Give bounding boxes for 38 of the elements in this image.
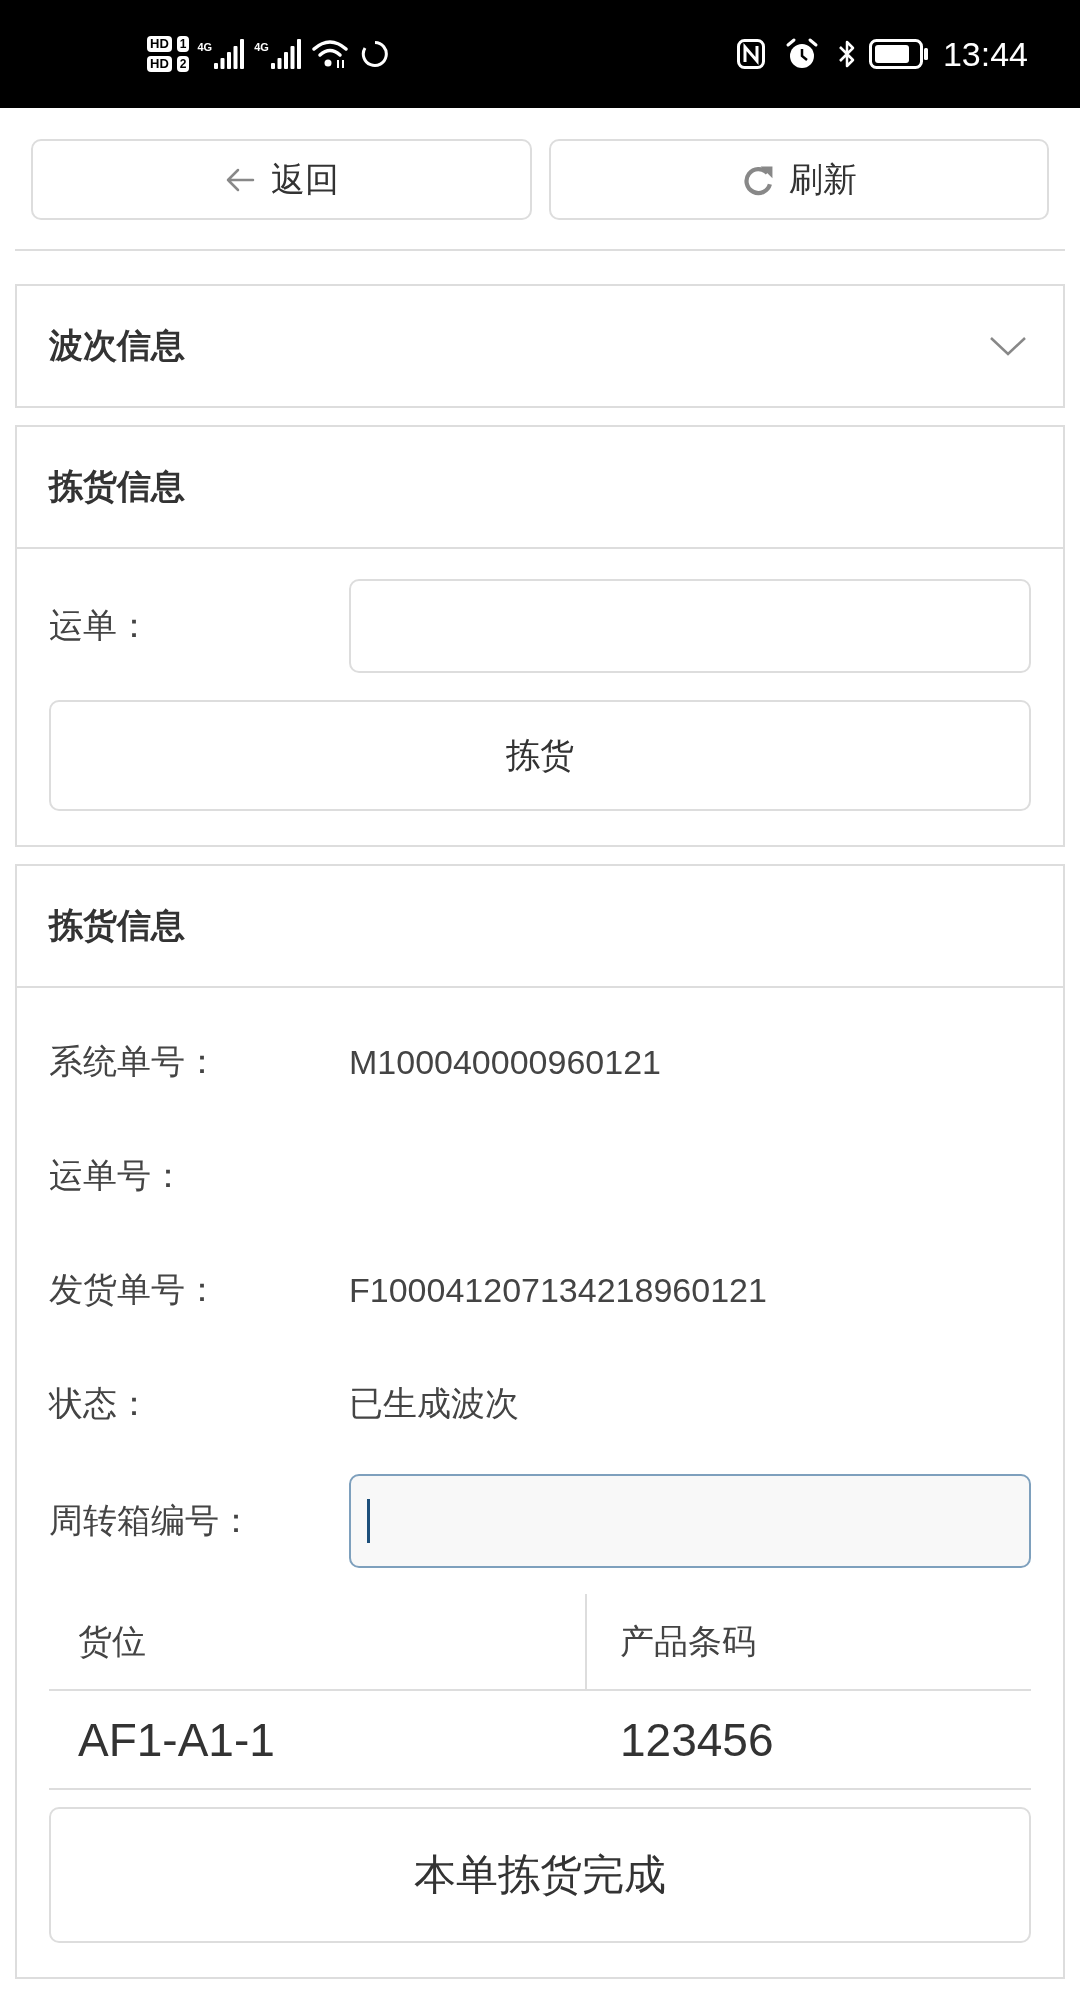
hd-badge: HD xyxy=(147,56,172,72)
column-header: 货位 xyxy=(49,1594,587,1691)
field-label: 状态： xyxy=(49,1383,152,1424)
signal-bars-icon xyxy=(270,39,301,69)
panel-title[interactable]: 波次信息 xyxy=(49,323,185,369)
field-value: M100040000960121 xyxy=(349,1042,662,1082)
input-field[interactable] xyxy=(349,1474,1031,1568)
field-label: 运单号： xyxy=(49,1155,186,1196)
table-cell: 123456 xyxy=(587,1691,1031,1790)
field-label: 发货单号： xyxy=(49,1269,220,1310)
sim-slot-badge: 1 xyxy=(176,36,190,52)
text-cursor-icon xyxy=(367,1499,370,1543)
hd-badge: HD xyxy=(147,36,172,52)
bluetooth-icon xyxy=(836,38,857,70)
field-label: 运单： xyxy=(49,605,152,646)
clock-time: 13:44 xyxy=(942,34,1028,74)
complete-button[interactable]: 本单拣货完成 xyxy=(49,1807,1031,1943)
pick-button[interactable]: 拣货 xyxy=(49,700,1031,811)
signal-bars-icon xyxy=(214,39,245,69)
field-label: 周转箱编号： xyxy=(49,1500,254,1541)
network-type-label: 4G xyxy=(254,41,269,53)
field-label: 系统单号： xyxy=(49,1041,220,1082)
table-cell: AF1-A1-1 xyxy=(49,1691,587,1790)
refresh-button[interactable]: 刷新 xyxy=(548,139,1049,220)
field-value: F100041207134218960121 xyxy=(349,1270,768,1310)
wifi-icon xyxy=(310,38,349,70)
panel-title: 拣货信息 xyxy=(49,905,185,946)
chevron-icon[interactable] xyxy=(989,335,1027,357)
field-value: 已生成波次 xyxy=(349,1383,520,1424)
sim-slot-badge: 2 xyxy=(176,56,190,72)
panel-title: 拣货信息 xyxy=(49,466,185,507)
loading-ring-icon xyxy=(360,40,389,68)
column-header: 产品条码 xyxy=(587,1594,1031,1691)
network-type-label: 4G xyxy=(197,41,213,53)
alarm-clock-icon xyxy=(784,37,819,71)
back-button[interactable]: 返回 xyxy=(31,139,532,220)
nfc-icon xyxy=(736,39,765,69)
battery-icon xyxy=(868,39,929,69)
